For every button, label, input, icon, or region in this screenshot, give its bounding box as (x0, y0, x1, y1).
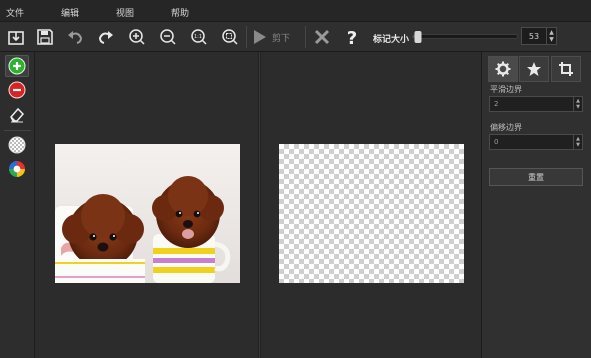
zoom-out-button[interactable] (157, 26, 179, 48)
chevron-up-icon[interactable]: ▲ (549, 29, 554, 36)
chevron-down-icon[interactable]: ▼ (576, 142, 580, 148)
mark-size-stepper[interactable]: ▲ ▼ (546, 28, 556, 44)
eraser-icon (10, 107, 25, 123)
help-button[interactable]: ? (341, 26, 363, 48)
zoom-out-icon (160, 29, 176, 45)
toolbar-separator (246, 26, 247, 48)
zoom-in-icon (129, 29, 145, 45)
offset-edge-value[interactable]: 0 (490, 138, 573, 146)
menu-bar: 文件 编辑 视图 帮助 (0, 0, 591, 22)
offset-edge-label: 偏移边界 (490, 123, 522, 132)
smooth-edge-spinbox[interactable]: 2 ▲ ▼ (489, 96, 583, 112)
cut-button[interactable]: 剪下 (250, 26, 300, 48)
menu-file[interactable]: 文件 (6, 6, 24, 19)
cancel-button[interactable] (311, 26, 333, 48)
tool-separator (4, 130, 31, 131)
toolbar-separator (305, 26, 306, 48)
gear-icon (495, 61, 511, 77)
settings-panel: 平滑边界 2 ▲ ▼ 偏移边界 0 ▲ ▼ 重置 (481, 52, 591, 358)
crop-icon (559, 62, 573, 76)
cut-label: 剪下 (272, 33, 291, 44)
puppies-photo (55, 144, 240, 283)
offset-edge-spinbox[interactable]: 0 ▲ ▼ (489, 134, 583, 150)
cancel-icon (314, 29, 330, 45)
menu-edit[interactable]: 编辑 (61, 6, 79, 19)
undo-button[interactable] (64, 26, 86, 48)
remove-mark-icon (8, 81, 26, 99)
transparent-bg-icon (8, 136, 26, 154)
tab-effects[interactable] (519, 56, 549, 82)
star-icon (527, 62, 541, 76)
chevron-down-icon[interactable]: ▼ (576, 104, 580, 110)
color-bg-tool[interactable] (5, 158, 29, 180)
smooth-edge-value[interactable]: 2 (490, 100, 573, 108)
menu-help[interactable]: 帮助 (171, 6, 189, 19)
chevron-down-icon[interactable]: ▼ (549, 36, 554, 43)
mark-size-label: 标记大小 (373, 35, 410, 45)
play-icon (254, 30, 266, 44)
smooth-edge-stepper[interactable]: ▲ ▼ (573, 97, 582, 111)
add-mark-icon (8, 57, 26, 75)
undo-icon (68, 31, 83, 44)
redo-button[interactable] (95, 26, 117, 48)
reset-button[interactable]: 重置 (489, 168, 583, 186)
color-bg-icon (9, 161, 25, 177)
offset-edge-stepper[interactable]: ▲ ▼ (573, 135, 582, 149)
transparent-bg-tool[interactable] (5, 134, 29, 156)
tool-palette (0, 52, 35, 358)
mark-size-slider[interactable] (412, 31, 518, 43)
result-transparent-preview[interactable] (279, 144, 464, 283)
source-image[interactable] (55, 144, 240, 283)
actual-size-icon: 1:1 (191, 29, 207, 45)
svg-text:1:1: 1:1 (194, 34, 202, 40)
mark-size-value[interactable]: 53 (522, 32, 546, 41)
save-icon (37, 29, 53, 45)
mark-size-spinbox[interactable]: 53 ▲ ▼ (521, 27, 557, 45)
fit-button[interactable] (219, 26, 241, 48)
mark-size-slider-handle[interactable] (414, 31, 422, 43)
menu-view[interactable]: 视图 (116, 6, 134, 19)
save-button[interactable] (34, 26, 56, 48)
zoom-in-button[interactable] (126, 26, 148, 48)
smooth-edge-label: 平滑边界 (490, 85, 522, 94)
remove-mark-tool[interactable] (5, 79, 29, 101)
svg-text:?: ? (347, 28, 357, 46)
help-icon: ? (347, 28, 357, 46)
fit-icon (222, 29, 238, 45)
actual-size-button[interactable]: 1:1 (188, 26, 210, 48)
add-mark-tool[interactable] (5, 55, 29, 77)
eraser-tool[interactable] (5, 103, 29, 125)
redo-icon (98, 31, 113, 44)
tab-settings[interactable] (488, 56, 518, 82)
open-icon (8, 31, 24, 45)
tab-crop[interactable] (551, 56, 581, 82)
open-button[interactable] (5, 26, 27, 48)
app-window: 文件 编辑 视图 帮助 1:1 剪下 ? 标记大小 53 ▲ ▼ 平滑边界 2 … (0, 0, 591, 358)
